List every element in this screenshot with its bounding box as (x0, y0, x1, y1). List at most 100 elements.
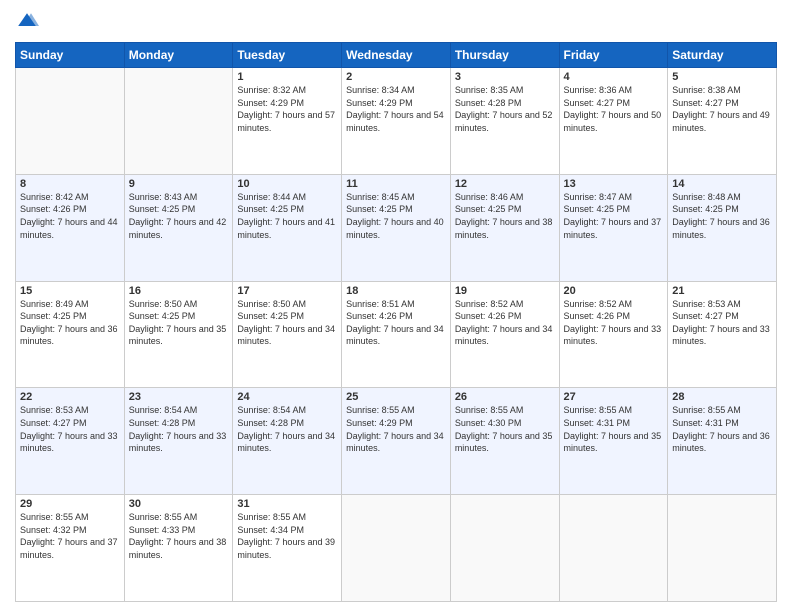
day-header-wednesday: Wednesday (342, 43, 451, 68)
calendar-cell: 14Sunrise: 8:48 AMSunset: 4:25 PMDayligh… (668, 174, 777, 281)
day-info: Sunrise: 8:53 AMSunset: 4:27 PMDaylight:… (672, 298, 772, 348)
calendar-cell: 19Sunrise: 8:52 AMSunset: 4:26 PMDayligh… (450, 281, 559, 388)
day-number: 24 (237, 391, 337, 403)
day-info: Sunrise: 8:50 AMSunset: 4:25 PMDaylight:… (237, 298, 337, 348)
calendar-cell (668, 495, 777, 602)
page: SundayMondayTuesdayWednesdayThursdayFrid… (0, 0, 792, 612)
day-number: 23 (129, 391, 229, 403)
calendar-cell: 26Sunrise: 8:55 AMSunset: 4:30 PMDayligh… (450, 388, 559, 495)
day-info: Sunrise: 8:45 AMSunset: 4:25 PMDaylight:… (346, 191, 446, 241)
logo-icon (15, 10, 39, 34)
calendar-cell: 31Sunrise: 8:55 AMSunset: 4:34 PMDayligh… (233, 495, 342, 602)
day-header-tuesday: Tuesday (233, 43, 342, 68)
day-info: Sunrise: 8:50 AMSunset: 4:25 PMDaylight:… (129, 298, 229, 348)
day-number: 26 (455, 391, 555, 403)
day-number: 25 (346, 391, 446, 403)
day-header-saturday: Saturday (668, 43, 777, 68)
day-number: 13 (564, 178, 664, 190)
day-info: Sunrise: 8:42 AMSunset: 4:26 PMDaylight:… (20, 191, 120, 241)
day-number: 5 (672, 71, 772, 83)
day-info: Sunrise: 8:54 AMSunset: 4:28 PMDaylight:… (129, 404, 229, 454)
day-number: 31 (237, 498, 337, 510)
day-info: Sunrise: 8:51 AMSunset: 4:26 PMDaylight:… (346, 298, 446, 348)
day-number: 30 (129, 498, 229, 510)
day-info: Sunrise: 8:55 AMSunset: 4:32 PMDaylight:… (20, 511, 120, 561)
day-of-week-header-row: SundayMondayTuesdayWednesdayThursdayFrid… (16, 43, 777, 68)
day-info: Sunrise: 8:34 AMSunset: 4:29 PMDaylight:… (346, 84, 446, 134)
day-info: Sunrise: 8:36 AMSunset: 4:27 PMDaylight:… (564, 84, 664, 134)
day-number: 18 (346, 285, 446, 297)
calendar-cell: 8Sunrise: 8:42 AMSunset: 4:26 PMDaylight… (16, 174, 125, 281)
day-header-thursday: Thursday (450, 43, 559, 68)
calendar-cell: 3Sunrise: 8:35 AMSunset: 4:28 PMDaylight… (450, 68, 559, 175)
calendar-cell: 13Sunrise: 8:47 AMSunset: 4:25 PMDayligh… (559, 174, 668, 281)
day-info: Sunrise: 8:49 AMSunset: 4:25 PMDaylight:… (20, 298, 120, 348)
logo (15, 10, 43, 34)
calendar-cell (342, 495, 451, 602)
calendar-cell: 17Sunrise: 8:50 AMSunset: 4:25 PMDayligh… (233, 281, 342, 388)
calendar-cell: 12Sunrise: 8:46 AMSunset: 4:25 PMDayligh… (450, 174, 559, 281)
calendar-cell: 15Sunrise: 8:49 AMSunset: 4:25 PMDayligh… (16, 281, 125, 388)
day-number: 9 (129, 178, 229, 190)
calendar-cell: 4Sunrise: 8:36 AMSunset: 4:27 PMDaylight… (559, 68, 668, 175)
day-number: 22 (20, 391, 120, 403)
calendar-cell: 28Sunrise: 8:55 AMSunset: 4:31 PMDayligh… (668, 388, 777, 495)
day-number: 11 (346, 178, 446, 190)
calendar-cell: 2Sunrise: 8:34 AMSunset: 4:29 PMDaylight… (342, 68, 451, 175)
day-header-friday: Friday (559, 43, 668, 68)
day-info: Sunrise: 8:55 AMSunset: 4:31 PMDaylight:… (564, 404, 664, 454)
day-number: 3 (455, 71, 555, 83)
day-info: Sunrise: 8:55 AMSunset: 4:30 PMDaylight:… (455, 404, 555, 454)
day-number: 12 (455, 178, 555, 190)
week-row-5: 29Sunrise: 8:55 AMSunset: 4:32 PMDayligh… (16, 495, 777, 602)
day-number: 1 (237, 71, 337, 83)
calendar-body: 1Sunrise: 8:32 AMSunset: 4:29 PMDaylight… (16, 68, 777, 602)
day-number: 27 (564, 391, 664, 403)
week-row-1: 1Sunrise: 8:32 AMSunset: 4:29 PMDaylight… (16, 68, 777, 175)
calendar-cell: 21Sunrise: 8:53 AMSunset: 4:27 PMDayligh… (668, 281, 777, 388)
week-row-3: 15Sunrise: 8:49 AMSunset: 4:25 PMDayligh… (16, 281, 777, 388)
calendar-cell: 1Sunrise: 8:32 AMSunset: 4:29 PMDaylight… (233, 68, 342, 175)
day-info: Sunrise: 8:46 AMSunset: 4:25 PMDaylight:… (455, 191, 555, 241)
calendar-cell: 18Sunrise: 8:51 AMSunset: 4:26 PMDayligh… (342, 281, 451, 388)
header (15, 10, 777, 34)
day-info: Sunrise: 8:38 AMSunset: 4:27 PMDaylight:… (672, 84, 772, 134)
day-number: 4 (564, 71, 664, 83)
calendar-cell: 5Sunrise: 8:38 AMSunset: 4:27 PMDaylight… (668, 68, 777, 175)
calendar-cell (124, 68, 233, 175)
calendar-cell: 29Sunrise: 8:55 AMSunset: 4:32 PMDayligh… (16, 495, 125, 602)
calendar-cell: 20Sunrise: 8:52 AMSunset: 4:26 PMDayligh… (559, 281, 668, 388)
day-info: Sunrise: 8:54 AMSunset: 4:28 PMDaylight:… (237, 404, 337, 454)
calendar-cell (559, 495, 668, 602)
day-header-monday: Monday (124, 43, 233, 68)
day-number: 29 (20, 498, 120, 510)
calendar-cell (16, 68, 125, 175)
calendar-cell: 22Sunrise: 8:53 AMSunset: 4:27 PMDayligh… (16, 388, 125, 495)
calendar-cell: 11Sunrise: 8:45 AMSunset: 4:25 PMDayligh… (342, 174, 451, 281)
day-info: Sunrise: 8:52 AMSunset: 4:26 PMDaylight:… (564, 298, 664, 348)
day-info: Sunrise: 8:32 AMSunset: 4:29 PMDaylight:… (237, 84, 337, 134)
day-number: 28 (672, 391, 772, 403)
day-number: 16 (129, 285, 229, 297)
day-header-sunday: Sunday (16, 43, 125, 68)
day-info: Sunrise: 8:47 AMSunset: 4:25 PMDaylight:… (564, 191, 664, 241)
day-number: 21 (672, 285, 772, 297)
week-row-2: 8Sunrise: 8:42 AMSunset: 4:26 PMDaylight… (16, 174, 777, 281)
calendar-cell: 27Sunrise: 8:55 AMSunset: 4:31 PMDayligh… (559, 388, 668, 495)
day-number: 14 (672, 178, 772, 190)
day-number: 17 (237, 285, 337, 297)
calendar-cell: 16Sunrise: 8:50 AMSunset: 4:25 PMDayligh… (124, 281, 233, 388)
calendar-cell: 24Sunrise: 8:54 AMSunset: 4:28 PMDayligh… (233, 388, 342, 495)
calendar-cell: 10Sunrise: 8:44 AMSunset: 4:25 PMDayligh… (233, 174, 342, 281)
day-info: Sunrise: 8:48 AMSunset: 4:25 PMDaylight:… (672, 191, 772, 241)
day-number: 15 (20, 285, 120, 297)
calendar-cell: 30Sunrise: 8:55 AMSunset: 4:33 PMDayligh… (124, 495, 233, 602)
day-number: 2 (346, 71, 446, 83)
day-number: 10 (237, 178, 337, 190)
day-info: Sunrise: 8:35 AMSunset: 4:28 PMDaylight:… (455, 84, 555, 134)
calendar-cell (450, 495, 559, 602)
day-info: Sunrise: 8:43 AMSunset: 4:25 PMDaylight:… (129, 191, 229, 241)
calendar-cell: 9Sunrise: 8:43 AMSunset: 4:25 PMDaylight… (124, 174, 233, 281)
day-info: Sunrise: 8:55 AMSunset: 4:34 PMDaylight:… (237, 511, 337, 561)
day-info: Sunrise: 8:55 AMSunset: 4:29 PMDaylight:… (346, 404, 446, 454)
